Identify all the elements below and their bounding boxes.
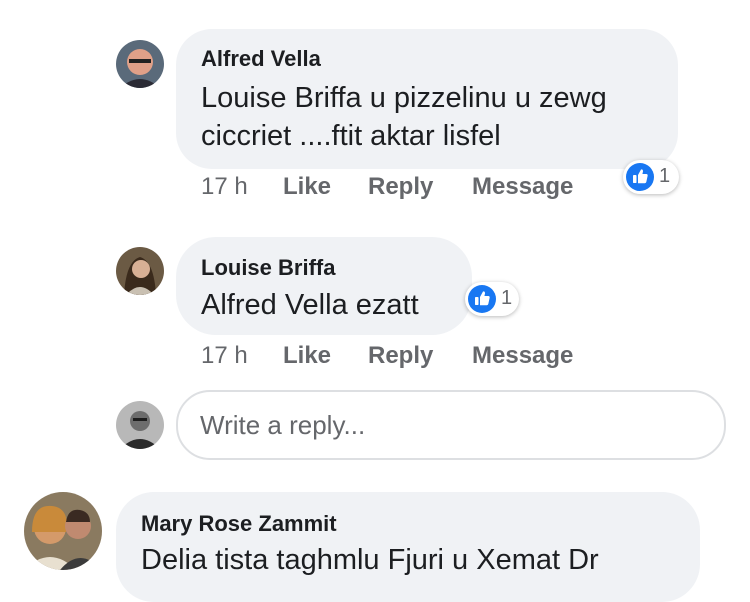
reaction-count: 1 bbox=[501, 287, 513, 309]
reaction-count: 1 bbox=[659, 165, 671, 187]
reply-link[interactable]: Reply bbox=[368, 173, 433, 201]
reply-link[interactable]: Reply bbox=[368, 342, 433, 370]
comment-author[interactable]: Mary Rose Zammit bbox=[141, 511, 337, 537]
avatar-mary-rose-zammit[interactable] bbox=[24, 492, 102, 570]
thumbs-up-icon bbox=[468, 285, 496, 313]
avatar-louise-briffa[interactable] bbox=[116, 247, 164, 295]
comment-actions: 17 h Like Reply Message bbox=[201, 173, 621, 203]
comment-actions: 17 h Like Reply Message bbox=[201, 342, 621, 372]
message-link[interactable]: Message bbox=[472, 342, 573, 370]
comment-timestamp[interactable]: 17 h bbox=[201, 342, 248, 370]
reaction-badge[interactable]: 1 bbox=[465, 282, 519, 316]
comment-text-line: ciccriet ....ftit aktar lisfel bbox=[201, 120, 501, 152]
like-link[interactable]: Like bbox=[283, 342, 331, 370]
comment-text-line: Delia tista taghmlu Fjuri u Xemat Dr bbox=[141, 544, 599, 576]
reaction-badge[interactable]: 1 bbox=[623, 160, 679, 194]
comment-author[interactable]: Alfred Vella bbox=[201, 46, 321, 72]
comment-author[interactable]: Louise Briffa bbox=[201, 255, 335, 281]
comment-timestamp[interactable]: 17 h bbox=[201, 173, 248, 201]
comment-text-line: Alfred Vella ezatt bbox=[201, 289, 419, 321]
thumbs-up-icon bbox=[626, 163, 654, 191]
current-user-avatar bbox=[116, 401, 164, 449]
reply-input[interactable] bbox=[176, 390, 726, 460]
message-link[interactable]: Message bbox=[472, 173, 573, 201]
like-link[interactable]: Like bbox=[283, 173, 331, 201]
comment-text-line: Louise Briffa u pizzelinu u zewg bbox=[201, 82, 607, 114]
avatar-alfred-vella[interactable] bbox=[116, 40, 164, 88]
